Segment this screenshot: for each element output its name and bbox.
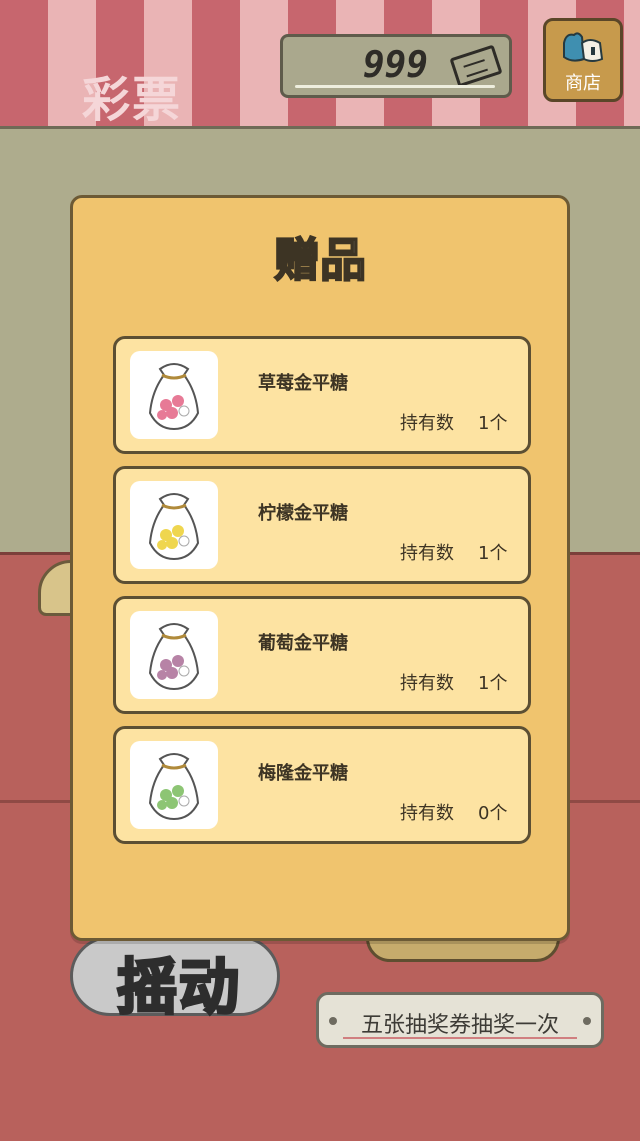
prize-name: 葡萄金平糖 <box>258 633 348 654</box>
qty-label: 持有数 <box>400 673 454 694</box>
shake-button[interactable]: 摇动 <box>70 936 280 1025</box>
prize-name: 柠檬金平糖 <box>258 503 348 524</box>
prize-item[interactable]: 葡萄金平糖 持有数 1个 <box>113 596 531 714</box>
modal-title: 赠品 <box>273 232 367 288</box>
ticket-count: 999 <box>363 45 429 86</box>
qty-value: 0个 <box>478 803 508 824</box>
shop-bag-icon <box>563 32 604 62</box>
shop-label: 商店 <box>565 73 601 94</box>
prize-item[interactable]: 梅隆金平糖 持有数 0个 <box>113 726 531 844</box>
ticket-counter: 999 <box>280 34 512 98</box>
candy-bag-icon <box>130 481 218 569</box>
qty-label: 持有数 <box>400 543 454 564</box>
shop-button[interactable]: 商店 <box>543 18 623 102</box>
qty-value: 1个 <box>478 673 508 694</box>
qty-label: 持有数 <box>400 803 454 824</box>
draw-rule-underline <box>343 1037 577 1039</box>
candy-bag-icon <box>130 351 218 439</box>
prize-item[interactable]: 柠檬金平糖 持有数 1个 <box>113 466 531 584</box>
draw-rule-text: 五张抽奖券抽奖一次 <box>360 1013 559 1038</box>
candy-bag-icon <box>130 611 218 699</box>
shake-label: 摇动 <box>116 952 241 1025</box>
draw-rule-banner: 五张抽奖券抽奖一次 <box>316 992 604 1048</box>
prize-name: 草莓金平糖 <box>258 373 348 394</box>
qty-value: 1个 <box>478 543 508 564</box>
ticket-icon <box>449 44 503 88</box>
prize-item[interactable]: 草莓金平糖 持有数 1个 <box>113 336 531 454</box>
prize-name: 梅隆金平糖 <box>258 763 348 784</box>
prizes-modal[interactable]: 赠品 草莓金平糖 持有数 1个 柠檬金平糖 持有数 1个 葡萄金平糖 持有数 1… <box>70 195 570 941</box>
candy-bag-icon <box>130 741 218 829</box>
qty-label: 持有数 <box>400 413 454 434</box>
page-title: 彩票 <box>82 72 183 128</box>
qty-value: 1个 <box>478 413 508 434</box>
ticket-underline <box>295 85 495 88</box>
